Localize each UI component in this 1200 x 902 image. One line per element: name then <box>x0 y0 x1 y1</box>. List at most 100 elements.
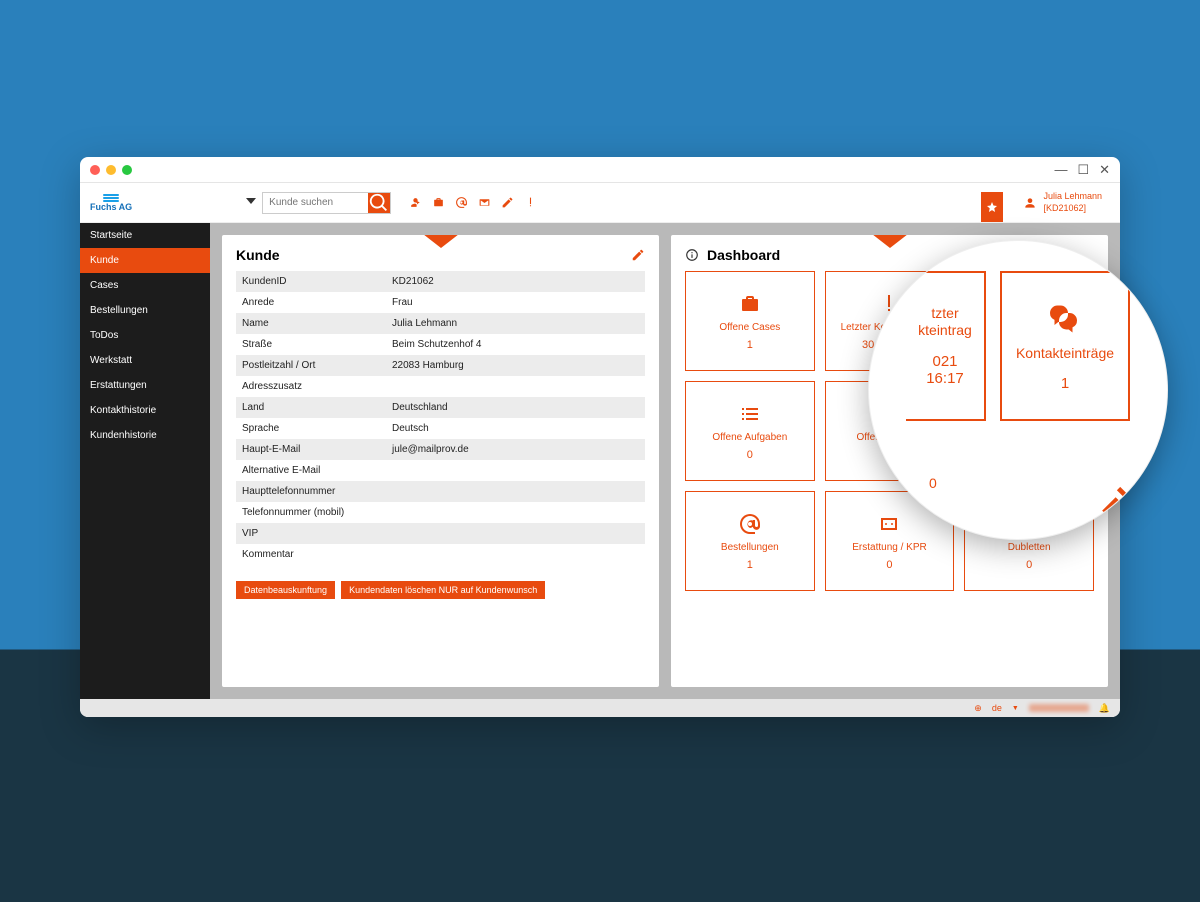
field-row: LandDeutschland <box>236 397 645 418</box>
at-icon[interactable] <box>455 196 468 209</box>
tile-value: 0 <box>1026 559 1032 571</box>
mail-icon[interactable] <box>478 196 491 209</box>
field-row: AnredeFrau <box>236 292 645 313</box>
field-label: Straße <box>242 339 392 350</box>
sidebar-item-erstattungen[interactable]: Erstattungen <box>80 373 210 398</box>
user-id: [KD21062] <box>1043 203 1102 215</box>
field-value: Julia Lehmann <box>392 318 639 329</box>
footer-blur <box>1029 704 1089 712</box>
dashboard-title: Dashboard <box>707 247 780 263</box>
tile-label: Bestellungen <box>721 542 779 553</box>
kunde-buttons: Datenbeauskunftung Kundendaten löschen N… <box>222 575 659 611</box>
field-row: Alternative E-Mail <box>236 460 645 481</box>
at-icon <box>738 512 762 536</box>
zoom-tile-kontakteintraege[interactable]: Kontakteinträge 1 <box>1000 271 1130 421</box>
field-label: Land <box>242 402 392 413</box>
field-value: Beim Schutzenhof 4 <box>392 339 639 350</box>
close-icon[interactable]: ✕ <box>1099 162 1110 178</box>
tile-label: Offene Cases <box>719 322 780 333</box>
dashboard-tile[interactable]: Bestellungen 1 <box>685 491 815 591</box>
dashboard-tile[interactable]: Offene Cases1 <box>685 271 815 371</box>
lang-label[interactable]: de <box>992 703 1002 713</box>
field-label: KundenID <box>242 276 392 287</box>
datenbeauskunftung-button[interactable]: Datenbeauskunftung <box>236 581 335 599</box>
sidebar-item-todos[interactable]: ToDos <box>80 323 210 348</box>
favorite-tab[interactable] <box>981 192 1003 222</box>
tile-label: Dubletten <box>1008 542 1051 553</box>
field-value <box>392 528 639 539</box>
maximize-dot[interactable] <box>122 165 132 175</box>
field-row: Telefonnummer (mobil) <box>236 502 645 523</box>
user-box[interactable]: Julia Lehmann [KD21062] <box>1015 191 1110 214</box>
search-wrap <box>246 192 391 214</box>
field-value <box>392 507 639 518</box>
field-value <box>392 381 639 392</box>
sidebar-item-bestellungen[interactable]: Bestellungen <box>80 298 210 323</box>
sidebar-item-kundenhistorie[interactable]: Kundenhistorie <box>80 423 210 448</box>
kunde-title: Kunde <box>236 247 280 263</box>
alert-icon[interactable] <box>524 196 537 209</box>
field-row: Postleitzahl / Ort22083 Hamburg <box>236 355 645 376</box>
zoom-left-value: 021 16:17 <box>914 353 976 387</box>
chevron-down-icon: ▼ <box>1012 705 1019 712</box>
field-row: Kommentar <box>236 544 645 565</box>
sidebar-item-cases[interactable]: Cases <box>80 273 210 298</box>
close-dot[interactable] <box>90 165 100 175</box>
tile-value: 0 <box>747 449 753 461</box>
window-controls <box>90 165 132 175</box>
user-name: Julia Lehmann <box>1043 191 1102 203</box>
search-type-dropdown[interactable] <box>246 198 256 208</box>
search-icon <box>368 192 390 214</box>
field-value: 22083 Hamburg <box>392 360 639 371</box>
brand-name: Fuchs AG <box>90 203 132 212</box>
field-label: Name <box>242 318 392 329</box>
search-button[interactable] <box>368 193 390 213</box>
briefcase-icon[interactable] <box>432 196 445 209</box>
sidebar-item-startseite[interactable]: Startseite <box>80 223 210 248</box>
sidebar-item-kontakthistorie[interactable]: Kontakthistorie <box>80 398 210 423</box>
globe-icon[interactable]: ⊕ <box>974 703 982 714</box>
field-label: Kommentar <box>242 549 392 560</box>
field-label: Haupt-E-Mail <box>242 444 392 455</box>
field-value: Deutsch <box>392 423 639 434</box>
search-box <box>262 192 391 214</box>
gavel-icon <box>1099 479 1137 517</box>
sidebar: Startseite Kunde Cases Bestellungen ToDo… <box>80 223 210 699</box>
checklist-icon <box>738 402 762 426</box>
field-label: VIP <box>242 528 392 539</box>
user-icon <box>1023 196 1037 210</box>
tile-value: 1 <box>747 559 753 571</box>
maximize-icon[interactable]: ☐ <box>1077 162 1089 178</box>
field-row: StraßeBeim Schutzenhof 4 <box>236 334 645 355</box>
dashboard-tile[interactable]: Offene Aufgaben 0 <box>685 381 815 481</box>
bell-icon[interactable]: 🔔 <box>1099 703 1110 714</box>
kundendaten-loeschen-button[interactable]: Kundendaten löschen NUR auf Kundenwunsch <box>341 581 545 599</box>
brand-logo[interactable]: Fuchs AG <box>90 194 132 212</box>
sidebar-item-werkstatt[interactable]: Werkstatt <box>80 348 210 373</box>
field-value <box>392 465 639 476</box>
chat-icon <box>1047 301 1083 337</box>
field-value: Frau <box>392 297 639 308</box>
footer: ⊕ de ▼ 🔔 <box>80 699 1120 717</box>
minimize-dot[interactable] <box>106 165 116 175</box>
field-value: jule@mailprov.de <box>392 444 639 455</box>
tile-label: Offene Aufgaben <box>712 432 787 443</box>
edit-kunde-icon[interactable] <box>631 248 645 262</box>
zoom-tile-kontakteintrag[interactable]: tzter kteintrag 021 16:17 <box>906 271 986 421</box>
field-label: Haupttelefonnummer <box>242 486 392 497</box>
kunde-fields: KundenIDKD21062 AnredeFrau NameJulia Lehma… <box>222 271 659 575</box>
minimize-icon[interactable]: — <box>1054 162 1067 177</box>
zoom-right-label: Kontakteinträge <box>1016 345 1114 361</box>
field-value: Deutschland <box>392 402 639 413</box>
topbar: Fuchs AG Julia Lehmann <box>80 183 1120 223</box>
search-input[interactable] <box>263 193 368 213</box>
zoom-gavel-tile[interactable] <box>1099 479 1137 517</box>
edit-icon[interactable] <box>501 196 514 209</box>
field-value <box>392 486 639 497</box>
field-value: KD21062 <box>392 276 639 287</box>
field-row: Haupttelefonnummer <box>236 481 645 502</box>
toolbar-icons <box>409 196 537 209</box>
star-icon <box>986 201 998 213</box>
add-user-icon[interactable] <box>409 196 422 209</box>
sidebar-item-kunde[interactable]: Kunde <box>80 248 210 273</box>
